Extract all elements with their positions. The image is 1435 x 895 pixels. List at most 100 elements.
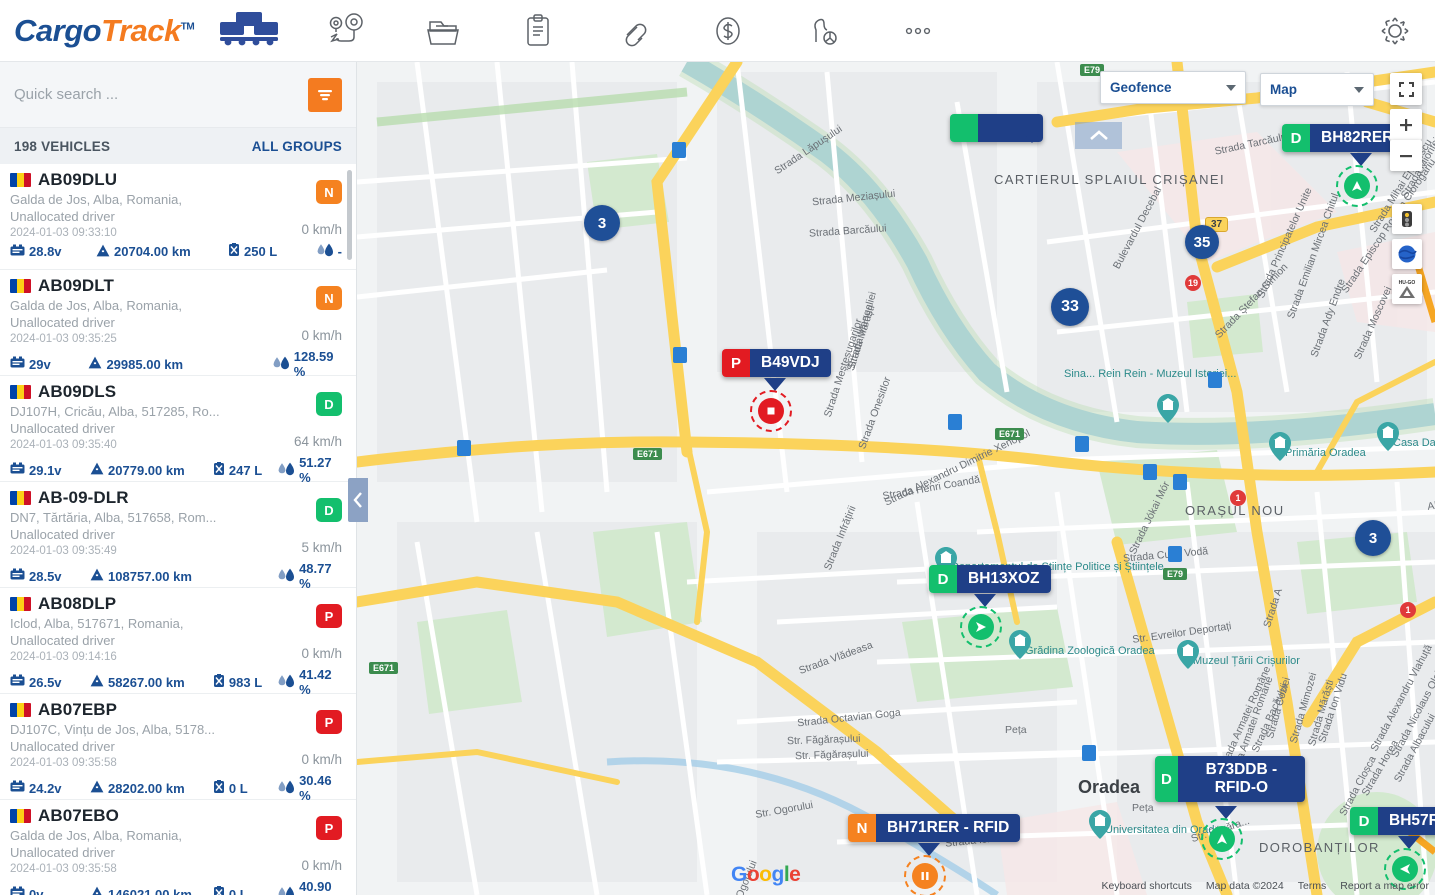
map-poi-pin[interactable]: [1377, 422, 1399, 451]
vehicle-list-item[interactable]: AB09DLS DJ107H, Cricău, Alba, 517285, Ro.…: [0, 376, 356, 485]
battery-icon: [10, 886, 25, 895]
vehicle-speed: 0 km/h: [301, 858, 342, 873]
map-poi-pin[interactable]: [1157, 394, 1179, 423]
map-vehicle-marker[interactable]: DBH57RE: [1350, 807, 1435, 835]
battery-icon: [10, 780, 25, 796]
list-scrollbar-thumb[interactable]: [347, 170, 352, 260]
chevron-up-icon: [1089, 129, 1108, 140]
marker-tail: [1021, 130, 1043, 143]
settings-gear-button[interactable]: [1355, 0, 1435, 62]
hugo-toll-button[interactable]: HU-GO: [1392, 274, 1422, 304]
highway-shield-e671-left: E671: [633, 448, 663, 460]
list-scrollbar-track[interactable]: [347, 164, 354, 895]
map-canvas[interactable]: Strada LăpușuluiStrada TarcăuluiStrada N…: [357, 62, 1435, 895]
vehicle-list-item[interactable]: AB-09-DLR DN7, Tărtăria, Alba, 517658, Ro…: [0, 482, 356, 591]
marker-tail: [918, 843, 940, 856]
map-vehicle-marker[interactable]: N BH71RER - RFID: [848, 814, 1021, 842]
transit-badge-icon: [948, 414, 962, 430]
map-vehicle-marker[interactable]: D BH82RER: [1282, 124, 1405, 152]
vehicle-timestamp: 2024-01-03 09:35:25: [10, 333, 117, 345]
map-cluster-marker[interactable]: 3: [1355, 520, 1391, 556]
vehicle-list-item[interactable]: AB08DLP Iclod, Alba, 517671, Romania, Unal…: [0, 588, 356, 697]
fuel-volume-metric: 983 L: [213, 673, 278, 691]
traffic-toggle-button[interactable]: [1392, 204, 1422, 234]
minus-icon: [1400, 154, 1412, 157]
vehicle-list-item[interactable]: AB09DLU Galda de Jos, Alba, Romania, Unall…: [0, 164, 356, 270]
vehicle-address: DJ107C, Vințu de Jos, Alba, 5178...: [10, 722, 216, 737]
map-place-label: DOROBANȚILOR: [1259, 840, 1380, 855]
search-input[interactable]: [14, 86, 308, 103]
all-groups-button[interactable]: ALL GROUPS: [252, 139, 342, 154]
fullscreen-button[interactable]: [1390, 73, 1422, 105]
vehicle-list-item[interactable]: AB07EBP DJ107C, Vințu de Jos, Alba, 5178.…: [0, 694, 356, 803]
vehicle-address: Galda de Jos, Alba, Romania,: [10, 298, 182, 313]
map-cluster-marker[interactable]: 33: [1051, 288, 1089, 326]
more-dots-icon[interactable]: [870, 0, 965, 62]
map-vehicle-marker[interactable]: P B49VDJ: [722, 349, 831, 377]
app-logo[interactable]: CargoTrackTM: [0, 8, 300, 53]
map-poi-pin[interactable]: [1177, 640, 1199, 669]
fuel-drop-icon: [278, 462, 295, 479]
transit-badge-icon: [457, 440, 471, 456]
map-vehicle-position-dot[interactable]: [960, 606, 1002, 648]
map-vehicle-marker[interactable]: D BH13XOZ: [929, 565, 1051, 593]
link-icon[interactable]: [585, 0, 680, 62]
vehicle-driver: Unallocated driver: [10, 527, 115, 542]
routes-icon[interactable]: [300, 0, 395, 62]
map-top-collapse-button[interactable]: [1075, 122, 1122, 149]
filter-button[interactable]: [308, 77, 342, 112]
odometer-metric: 28202.00 km: [90, 780, 213, 796]
highway-shield-e671-low: E671: [369, 662, 399, 674]
map-vehicle-position-dot[interactable]: [750, 390, 792, 432]
fullscreen-icon: [1398, 81, 1414, 97]
vehicle-list[interactable]: AB09DLU Galda de Jos, Alba, Romania, Unall…: [0, 164, 356, 895]
dollar-icon[interactable]: [680, 0, 775, 62]
report-error-link[interactable]: Report a map error: [1340, 880, 1429, 892]
fuel-volume-value: 0 L: [228, 886, 248, 895]
fuel-percent-metric: 30.46 %: [278, 773, 342, 803]
logo-text: CargoTrackTM: [14, 13, 195, 49]
map-vehicle-position-dot[interactable]: [1201, 818, 1243, 860]
driver-icon[interactable]: [775, 0, 870, 62]
map-cluster-marker[interactable]: 3: [584, 205, 620, 241]
zoom-out-button[interactable]: [1390, 140, 1422, 171]
vehicle-address: Galda de Jos, Alba, Romania,: [10, 192, 182, 207]
terms-link[interactable]: Terms: [1298, 880, 1327, 892]
map-place-label: Oradea: [1078, 777, 1141, 797]
globe-toggle-button[interactable]: [1392, 239, 1422, 269]
romania-flag-icon: [10, 703, 31, 717]
map-poi-label: Casa Darvas-La Roche: [1393, 437, 1435, 449]
zoom-in-button[interactable]: [1390, 109, 1422, 140]
odometer-icon: [90, 674, 104, 690]
marker-plate-label: BH71RER - RFID: [876, 814, 1021, 842]
map-poi-pin[interactable]: [1009, 630, 1031, 659]
folder-icon[interactable]: [395, 0, 490, 62]
vehicle-driver: Unallocated driver: [10, 633, 115, 648]
odometer-value: 20779.00 km: [108, 462, 185, 478]
marker-status-badge: D: [1282, 124, 1310, 152]
transit-badge-icon: [672, 142, 686, 158]
odometer-metric: 29985.00 km: [88, 356, 208, 372]
keyboard-shortcuts-link[interactable]: Keyboard shortcuts: [1101, 880, 1191, 892]
vehicle-header: AB09DLU: [10, 170, 342, 190]
geofence-select[interactable]: Geofence: [1100, 71, 1246, 104]
fuel-percent-value: 40.90 %: [299, 879, 332, 895]
fuel-can-icon: [213, 461, 225, 479]
vehicle-driver: Unallocated driver: [10, 739, 115, 754]
vehicle-list-item[interactable]: AB07EBO Galda de Jos, Alba, Romania, Unall…: [0, 800, 356, 895]
vehicle-header: AB-09-DLR: [10, 488, 342, 508]
romania-flag-icon: [10, 491, 31, 505]
clipboard-icon[interactable]: [490, 0, 585, 62]
fuel-can-icon: [213, 779, 225, 797]
map-vehicle-marker[interactable]: D B73DDB - RFID-O: [1155, 756, 1305, 802]
vehicle-plate: AB-09-DLR: [38, 488, 129, 507]
map-poi-pin[interactable]: [1269, 432, 1291, 461]
vehicle-list-item[interactable]: AB09DLT Galda de Jos, Alba, Romania, Unall…: [0, 270, 356, 379]
map-poi-pin[interactable]: [1089, 810, 1111, 839]
map-vehicle-position-dot[interactable]: [904, 855, 946, 895]
sidebar-collapse-button[interactable]: [348, 478, 368, 522]
map-cluster-marker[interactable]: 35: [1185, 225, 1219, 259]
map-vehicle-position-dot[interactable]: [1336, 165, 1378, 207]
maptype-select[interactable]: Map: [1260, 73, 1374, 106]
fuel-volume-value: 250 L: [244, 244, 278, 259]
